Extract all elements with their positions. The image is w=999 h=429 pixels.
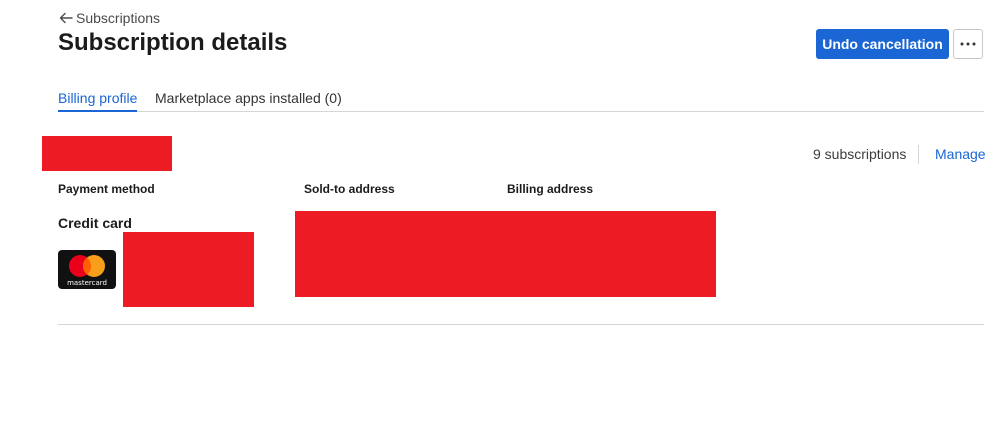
page-title: Subscription details	[58, 29, 288, 56]
vertical-divider	[918, 145, 919, 164]
undo-cancellation-button[interactable]: Undo cancellation	[816, 29, 949, 59]
billing-address-header: Billing address	[507, 182, 594, 196]
section-divider	[58, 324, 984, 325]
more-horizontal-icon	[960, 42, 976, 46]
manage-link[interactable]: Manage	[935, 146, 986, 162]
redacted-addresses	[295, 211, 716, 297]
arrow-left-icon	[59, 12, 73, 24]
sold-to-address-header: Sold-to address	[304, 182, 395, 196]
payment-method-header: Payment method	[58, 182, 155, 196]
mastercard-logo-icon: mastercard	[58, 250, 116, 289]
subscriptions-count: 9 subscriptions	[813, 146, 907, 162]
tab-bar: Billing profile Marketplace apps install…	[58, 86, 984, 112]
payment-type: Credit card	[58, 215, 132, 231]
tab-billing-profile-label: Billing profile	[58, 90, 138, 106]
tab-marketplace-apps[interactable]: Marketplace apps installed (0)	[155, 89, 342, 107]
back-link-subscriptions[interactable]: Subscriptions	[59, 9, 160, 27]
active-tab-indicator	[58, 110, 138, 112]
tab-marketplace-apps-label: Marketplace apps installed (0)	[155, 90, 342, 106]
card-brand-label: mastercard	[67, 279, 107, 287]
tab-billing-profile[interactable]: Billing profile	[58, 89, 138, 112]
redacted-card-details	[123, 232, 254, 307]
back-link-label: Subscriptions	[76, 10, 161, 26]
more-options-button[interactable]	[953, 29, 983, 59]
redacted-profile-name	[42, 136, 172, 171]
